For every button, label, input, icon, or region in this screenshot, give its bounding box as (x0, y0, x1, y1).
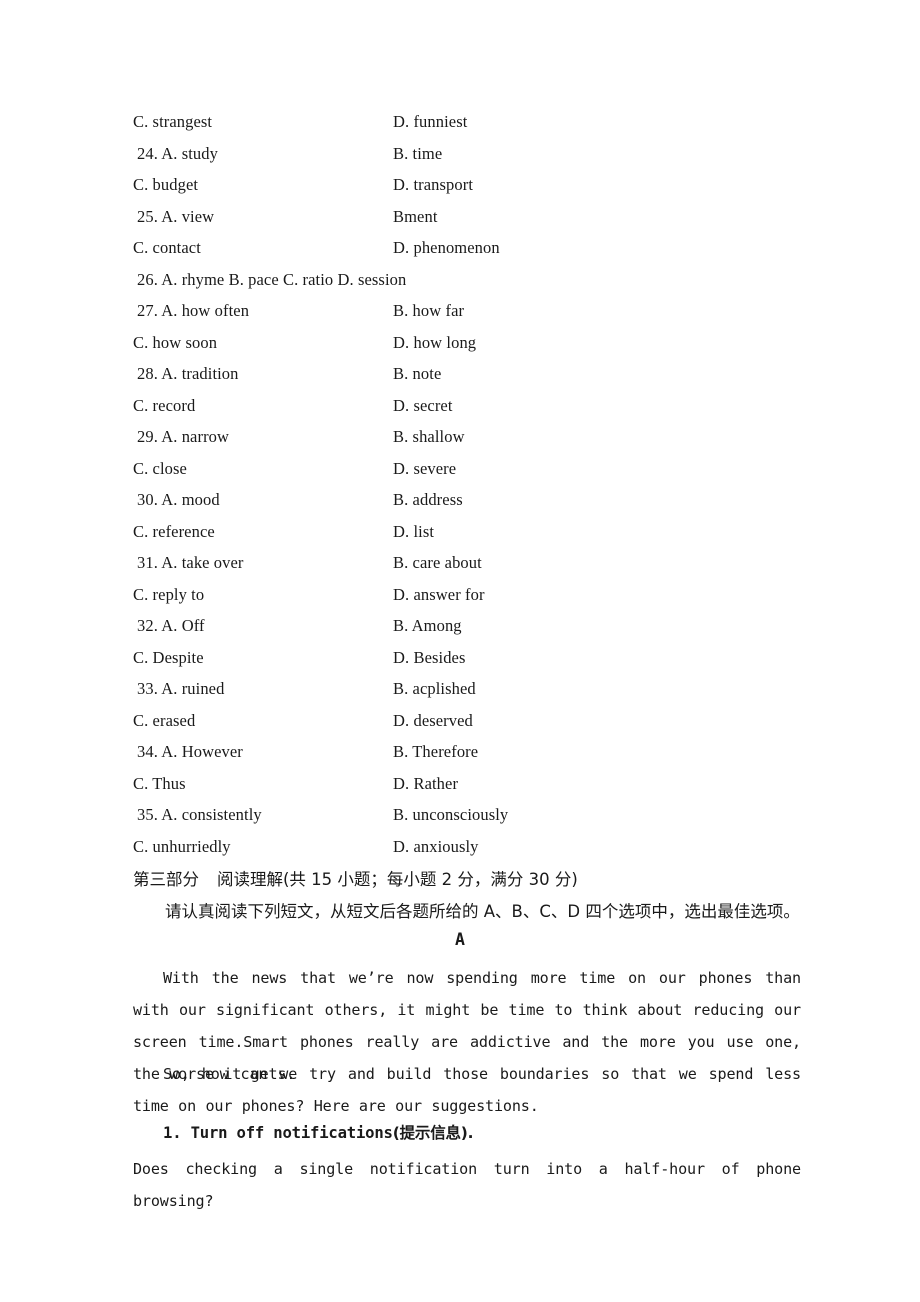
section-heading-title: 阅读理解(共 15 小题；每小题 2 分，满分 30 分) (217, 870, 578, 889)
cloze-option-row: C. close D. severe (0, 453, 920, 485)
cloze-option-left: 25. A. view (137, 206, 215, 226)
cloze-option-right: D. Besides (393, 647, 466, 667)
cloze-option-row: C. unhurriedly D. anxiously (0, 831, 920, 863)
cloze-option-right: D. answer for (393, 584, 485, 604)
passage-label-a: A (455, 930, 465, 949)
cloze-option-row: 33. A. ruined B. acplished (0, 673, 920, 705)
cloze-option-right: D. Rather (393, 773, 459, 793)
cloze-option-row: C. erased D. deserved (0, 705, 920, 737)
cloze-option-row: 25. A. view Bment (0, 201, 920, 233)
cloze-option-row: C. strangest D. funniest (0, 106, 920, 138)
cloze-option-left: C. unhurriedly (133, 836, 231, 856)
cloze-option-left: 28. A. tradition (137, 364, 239, 383)
cloze-option-right: Bment (393, 206, 438, 226)
cloze-option-right: B. care about (393, 553, 482, 572)
cloze-option-row: 30. A. mood B. address (0, 484, 920, 516)
cloze-option-row: 31. A. take over B. care about (0, 547, 920, 579)
passage-subheading-chinese: (提示信息). (392, 1124, 474, 1142)
cloze-option-left: 32. A. Off (137, 616, 205, 635)
cloze-option-left: 35. A. consistently (137, 805, 262, 824)
cloze-option-row: 28. A. tradition B. note (0, 358, 920, 390)
cloze-option-left: 29. A. narrow (137, 427, 230, 446)
cloze-option-row: 26. A. rhyme B. pace C. ratio D. session (0, 264, 920, 296)
cloze-option-left: C. reply to (133, 584, 205, 604)
cloze-option-row: C. budget D. transport (0, 169, 920, 201)
cloze-option-right: B. Therefore (393, 742, 479, 761)
cloze-option-left: C. reference (133, 521, 215, 541)
cloze-option-right: D. funniest (393, 112, 468, 131)
cloze-option-right: D. list (393, 521, 435, 541)
cloze-option-right: D. transport (393, 175, 474, 194)
cloze-option-left: C. budget (133, 175, 199, 194)
cloze-option-left: C. erased (133, 710, 196, 730)
cloze-option-left: 27. A. how often (137, 301, 250, 320)
cloze-option-right: B. shallow (393, 427, 465, 446)
cloze-option-left: C. strangest (133, 112, 213, 131)
cloze-option-left: 30. A. mood (137, 490, 220, 509)
cloze-option-right: B. time (393, 143, 443, 163)
passage-subheading-english: 1. Turn off notifications (163, 1124, 393, 1142)
cloze-option-row: C. reply to D. answer for (0, 579, 920, 611)
cloze-option-left: 34. A. However (137, 742, 243, 761)
cloze-option-row: 24. A. study B. time (0, 138, 920, 170)
cloze-option-right: B. address (393, 490, 463, 509)
cloze-option-row: 32. A. Off B. Among (0, 610, 920, 642)
cloze-option-left: 26. A. rhyme B. pace C. ratio D. session (137, 269, 407, 289)
cloze-option-row: 29. A. narrow B. shallow (0, 421, 920, 453)
cloze-option-right: D. phenomenon (393, 238, 500, 257)
cloze-option-right: D. severe (393, 458, 457, 478)
passage-subheading-1: 1. Turn off notifications(提示信息). (133, 1121, 813, 1143)
section-heading: 第三部分 阅读理解(共 15 小题；每小题 2 分，满分 30 分) (133, 866, 578, 890)
passage-paragraph-2: So, how can we try and build those bound… (133, 1065, 801, 1115)
cloze-option-right: D. deserved (393, 710, 473, 730)
cloze-option-row: C. reference D. list (0, 516, 920, 548)
cloze-option-left: 33. A. ruined (137, 679, 225, 698)
cloze-option-row: 27. A. how often B. how far (0, 295, 920, 327)
cloze-option-left: C. record (133, 395, 196, 415)
cloze-option-left: C. close (133, 458, 187, 478)
cloze-option-row: 34. A. However B. Therefore (0, 736, 920, 768)
cloze-option-right: B. how far (393, 301, 465, 320)
cloze-options-list: C. strangest D. funniest 24. A. study B. ti… (0, 106, 920, 862)
cloze-option-left: C. Despite (133, 647, 204, 667)
cloze-option-right: B. Among (393, 616, 462, 635)
section-heading-part: 第三部分 (133, 870, 199, 889)
cloze-option-row: C. how soon D. how long (0, 327, 920, 359)
exam-page: C. strangest D. funniest 24. A. study B. ti… (0, 0, 920, 1302)
cloze-option-row: C. contact D. phenomenon (0, 232, 920, 264)
cloze-option-right: B. unconsciously (393, 805, 509, 824)
cloze-option-right: D. secret (393, 395, 453, 415)
cloze-option-left: C. how soon (133, 332, 218, 352)
passage-paragraph-3: Does checking a single notification turn… (133, 1160, 801, 1210)
cloze-option-left: C. Thus (133, 773, 186, 793)
cloze-option-left: C. contact (133, 238, 201, 257)
cloze-option-row: C. record D. secret (0, 390, 920, 422)
cloze-option-row: C. Despite D. Besides (0, 642, 920, 674)
cloze-option-row: C. Thus D. Rather (0, 768, 920, 800)
cloze-option-left: 24. A. study (137, 143, 218, 163)
cloze-option-right: D. how long (393, 332, 477, 352)
cloze-option-right: B. acplished (393, 679, 476, 698)
cloze-option-right: B. note (393, 364, 442, 383)
cloze-option-right: D. anxiously (393, 836, 479, 856)
cloze-option-row: 35. A. consistently B. unconsciously (0, 799, 920, 831)
cloze-option-left: 31. A. take over (137, 553, 244, 572)
section-instruction: 请认真阅读下列短文，从短文后各题所给的 A、B、C、D 四个选项中，选出最佳选项… (165, 902, 800, 921)
